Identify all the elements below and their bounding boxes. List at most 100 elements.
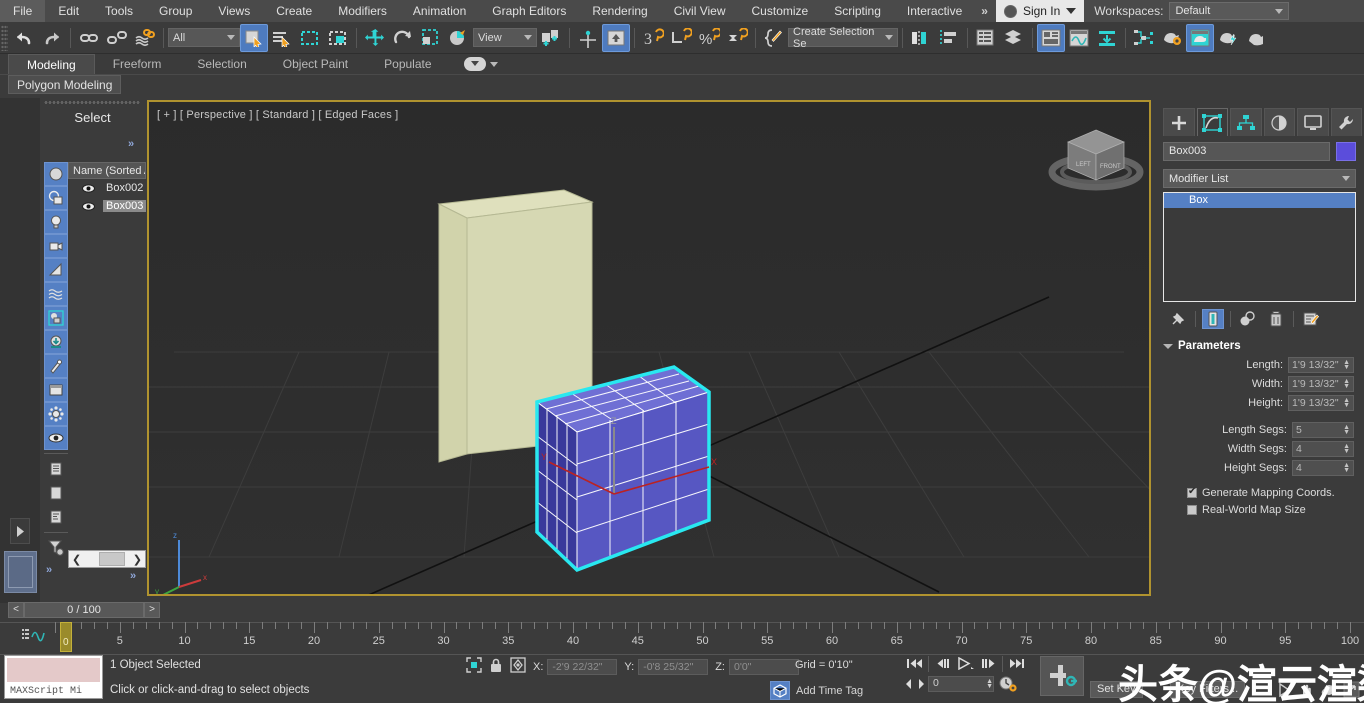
snaps-toggle-icon[interactable] <box>602 23 630 52</box>
mirror-icon[interactable] <box>907 24 935 52</box>
frame-counter[interactable]: 0 / 100 <box>24 601 144 618</box>
make-unique-icon[interactable] <box>1237 309 1259 329</box>
select-panel-more-icon[interactable]: » <box>128 138 134 150</box>
select-and-link-icon[interactable] <box>75 24 103 52</box>
expand-panel-button[interactable] <box>10 518 30 544</box>
ribbon-tab-modeling[interactable]: Modeling <box>8 54 95 74</box>
menu-item-create[interactable]: Create <box>263 0 325 22</box>
go-to-start-icon[interactable] <box>905 655 924 672</box>
scroll-right-icon[interactable]: ❯ <box>130 553 145 566</box>
visibility-eye-icon[interactable] <box>44 426 68 450</box>
height-spinner[interactable]: 1'9 13/32" ▲ ▼ <box>1288 395 1354 411</box>
menu-item-animation[interactable]: Animation <box>400 0 479 22</box>
menu-item-views[interactable]: Views <box>205 0 263 22</box>
spinner-snap-icon[interactable]: % <box>695 24 723 52</box>
select-and-scale-icon[interactable] <box>417 24 445 52</box>
window-crossing-toggle-icon[interactable] <box>324 24 352 52</box>
menu-overflow-icon[interactable]: » <box>975 4 994 18</box>
maxscript-output-pane[interactable] <box>7 658 100 682</box>
display-list-icon[interactable] <box>44 457 68 481</box>
maximize-viewport-icon[interactable] <box>1343 681 1360 701</box>
coordinate-system-select[interactable]: View <box>473 28 537 47</box>
hierarchy-tab[interactable] <box>1230 108 1262 136</box>
curve-editor-icon[interactable] <box>1065 24 1093 52</box>
scene-explorer-more-icon[interactable]: » <box>130 570 136 582</box>
go-to-end-icon[interactable] <box>1007 655 1026 672</box>
utilities-tab[interactable] <box>1330 108 1362 136</box>
zoom-icon[interactable] <box>1277 682 1293 701</box>
toggle-layer-explorer-icon[interactable] <box>1000 24 1028 52</box>
rectangular-selection-region-icon[interactable] <box>296 24 324 52</box>
spinner-arrows-icon[interactable]: ▲ ▼ <box>1343 462 1350 474</box>
pin-stack-icon[interactable] <box>1167 309 1189 329</box>
modifier-list-select[interactable]: Modifier List <box>1163 169 1356 188</box>
viewport-label[interactable]: [ + ] [ Perspective ] [ Standard ] [ Edg… <box>157 109 398 121</box>
ribbon-tab-populate[interactable]: Populate <box>366 54 449 74</box>
viewport-layout-thumbnail[interactable] <box>4 551 37 593</box>
play-animation-icon[interactable] <box>956 655 975 672</box>
menu-item-tools[interactable]: Tools <box>92 0 146 22</box>
redo-icon[interactable] <box>38 24 66 52</box>
unlink-selection-icon[interactable] <box>103 24 131 52</box>
spinner-arrows-icon[interactable]: ▲ ▼ <box>1343 424 1350 436</box>
scene-explorer-header[interactable]: Name (Sorted A <box>68 162 146 179</box>
set-key-button[interactable] <box>1040 656 1084 696</box>
show-end-result-icon[interactable] <box>1202 309 1224 329</box>
coord-x-input[interactable]: -2'9 22/32" <box>547 658 618 675</box>
toolbar-grip[interactable] <box>1 24 8 51</box>
length-segs-spinner[interactable]: 5 ▲ ▼ <box>1292 422 1354 438</box>
menu-item-graph-editors[interactable]: Graph Editors <box>479 0 579 22</box>
coord-z-input[interactable]: 0'0" <box>728 658 799 675</box>
ribbon-tab-object-paint[interactable]: Object Paint <box>265 54 366 74</box>
display-tab[interactable] <box>1297 108 1329 136</box>
filters-more-icon[interactable]: » <box>46 564 68 576</box>
select-by-name-icon[interactable] <box>268 24 296 52</box>
scrollbar-thumb[interactable] <box>99 552 125 566</box>
modify-tab[interactable] <box>1196 108 1228 136</box>
previous-frame-icon[interactable] <box>933 655 952 672</box>
open-mini-curve-editor-icon[interactable] <box>22 626 50 642</box>
containers-filter-icon[interactable] <box>44 378 68 402</box>
real-world-map-size-checkbox[interactable] <box>1187 505 1197 515</box>
absolute-relative-toggle-icon[interactable] <box>510 657 526 676</box>
geometry-filter-icon[interactable] <box>44 162 68 186</box>
cameras-filter-icon[interactable] <box>44 234 68 258</box>
visibility-eye-icon[interactable] <box>82 183 95 193</box>
width-segs-spinner[interactable]: 4 ▲ ▼ <box>1292 441 1354 457</box>
reference-coordinate-system-icon[interactable] <box>445 24 473 52</box>
add-time-tag-label[interactable]: Add Time Tag <box>796 685 863 697</box>
groups-filter-icon[interactable] <box>44 306 68 330</box>
parameters-rollout-header[interactable]: Parameters <box>1155 338 1364 354</box>
ribbon-minimize-icon[interactable] <box>463 57 486 71</box>
sign-in-button[interactable]: Sign In <box>995 0 1085 22</box>
object-name[interactable]: Box003 <box>103 200 147 212</box>
blank-page-icon[interactable] <box>44 481 68 505</box>
named-selection-set-select[interactable]: Create Selection Se <box>788 26 898 50</box>
select-and-manipulate-icon[interactable] <box>574 24 602 52</box>
shapes-filter-icon[interactable] <box>44 186 68 210</box>
create-tab[interactable] <box>1163 108 1195 136</box>
filter-settings-icon[interactable] <box>44 536 68 560</box>
render-setup-gear-icon[interactable] <box>1158 24 1186 52</box>
spinner-arrows-icon[interactable]: ▲ ▼ <box>1343 397 1350 409</box>
rendered-frame-window-icon[interactable] <box>1186 23 1214 52</box>
use-pivot-center-icon[interactable] <box>537 24 565 52</box>
xrefs-filter-icon[interactable] <box>44 330 68 354</box>
time-slider[interactable]: 0 <box>60 622 72 652</box>
current-frame-input[interactable]: 0 ▲ ▼ <box>928 675 994 692</box>
render-iterative-icon[interactable] <box>1242 24 1270 52</box>
bind-to-space-warp-icon[interactable] <box>131 24 159 52</box>
coord-y-input[interactable]: -0'8 25/32" <box>638 658 709 675</box>
modifier-stack-item-box[interactable]: Box <box>1164 193 1355 208</box>
remove-modifier-icon[interactable] <box>1265 309 1287 329</box>
next-frame-button[interactable]: > <box>144 601 160 618</box>
scroll-left-icon[interactable]: ❮ <box>69 553 84 566</box>
menu-item-group[interactable]: Group <box>146 0 205 22</box>
edit-named-selection-sets-icon[interactable] <box>760 24 788 52</box>
material-editor-icon[interactable] <box>1037 23 1065 52</box>
next-frame-icon[interactable] <box>979 655 998 672</box>
generate-mapping-coords-row[interactable]: Generate Mapping Coords. <box>1187 486 1364 499</box>
object-color-swatch[interactable] <box>1336 142 1356 161</box>
prev-frame-button[interactable]: < <box>8 601 24 618</box>
bones-filter-icon[interactable] <box>44 354 68 378</box>
